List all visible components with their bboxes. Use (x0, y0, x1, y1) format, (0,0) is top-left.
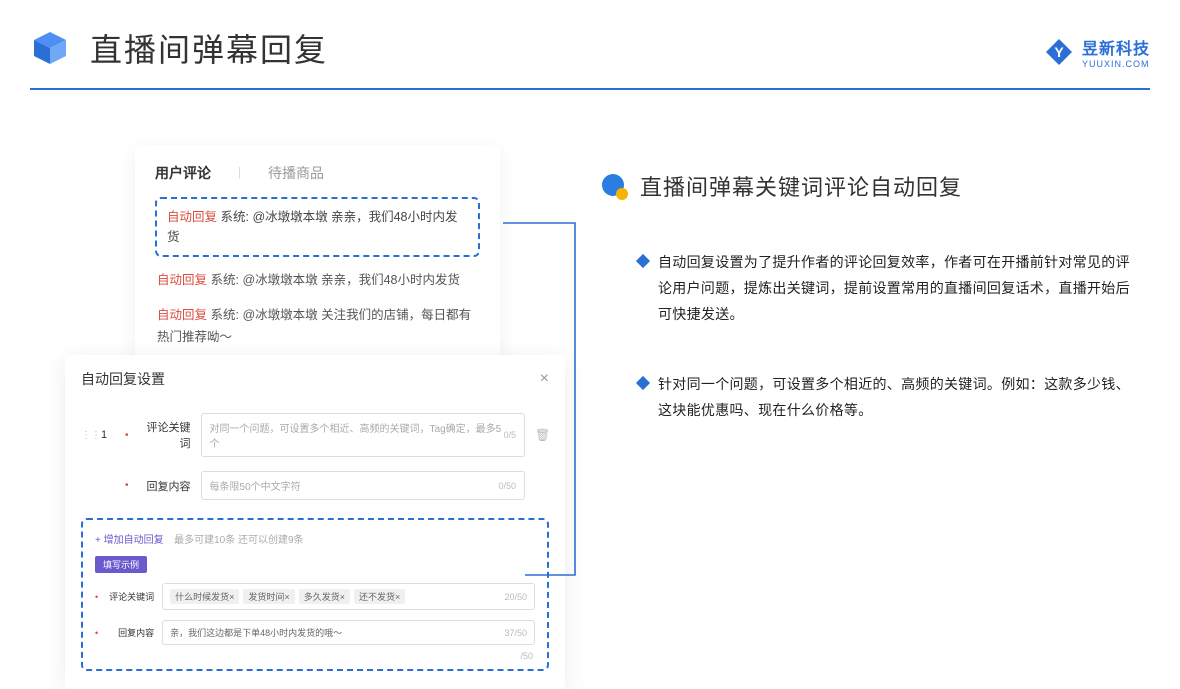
comment-panel: 用户评论 待播商品 自动回复 系统: @冰墩墩本墩 亲亲，我们48小时内发货 自… (135, 145, 500, 371)
required-marker: • (125, 430, 129, 441)
bullet-item: 自动回复设置为了提升作者的评论回复效率，作者可在开播前针对常见的评论用户问题，提… (638, 250, 1140, 328)
keyword-row: ⋮⋮ 1 • 评论关键词 对同一个问题，可设置多个相近、高频的关键词，Tag确定… (81, 413, 549, 457)
highlighted-auto-reply: 自动回复 系统: @冰墩墩本墩 亲亲，我们48小时内发货 (155, 197, 480, 257)
diamond-icon (636, 376, 650, 390)
content-input[interactable]: 每条限50个中文字符 0/50 (201, 471, 525, 500)
chip[interactable]: 什么时候发货× (170, 589, 239, 604)
bullet-list: 自动回复设置为了提升作者的评论回复效率，作者可在开播前针对常见的评论用户问题，提… (600, 250, 1140, 423)
example-content-row: • 回复内容 亲，我们这边都是下单48小时内发货的哦～ 37/50 (95, 620, 535, 645)
chip[interactable]: 多久发货× (299, 589, 350, 604)
keyword-input[interactable]: 对同一个问题，可设置多个相近、高频的关键词，Tag确定，最多5个 0/5 (201, 413, 525, 457)
tab-user-comments[interactable]: 用户评论 (155, 163, 211, 183)
diamond-icon (636, 254, 650, 268)
close-icon[interactable]: × (540, 370, 549, 388)
comment-line-3: 自动回复 系统: @冰墩墩本墩 关注我们的店铺，每日都有热门推荐呦～ (155, 304, 480, 349)
slide-header: 直播间弹幕回复 Y 昱新科技 YUUXIN.COM (30, 20, 1150, 90)
delete-icon[interactable]: 🗑 (535, 428, 549, 442)
article-heading: 直播间弹幕关键词评论自动回复 (600, 170, 1140, 202)
article-title: 直播间弹幕关键词评论自动回复 (640, 170, 962, 202)
brand-icon: Y (1044, 37, 1074, 67)
article-column: 直播间弹幕关键词评论自动回复 自动回复设置为了提升作者的评论回复效率，作者可在开… (600, 170, 1140, 467)
example-badge: 填写示例 (95, 556, 147, 573)
bullet-item: 针对同一个问题，可设置多个相近的、高频的关键词。例如：这款多少钱、这块能优惠吗、… (638, 372, 1140, 424)
comment-line-2: 自动回复 系统: @冰墩墩本墩 亲亲，我们48小时内发货 (155, 269, 480, 292)
tab-pending-goods[interactable]: 待播商品 (268, 163, 324, 183)
keyword-label: 评论关键词 (139, 419, 191, 451)
auto-reply-settings-card: 自动回复设置 × ⋮⋮ 1 • 评论关键词 对同一个问题，可设置多个相近、高频的… (65, 355, 565, 689)
row-number: 1 (101, 429, 115, 441)
cube-icon (30, 28, 70, 73)
content-label: 回复内容 (139, 478, 191, 494)
settings-title: 自动回复设置 (81, 369, 165, 389)
comment-tabs: 用户评论 待播商品 (155, 163, 480, 183)
header-underline (30, 88, 1150, 90)
example-content-input[interactable]: 亲，我们这边都是下单48小时内发货的哦～ 37/50 (162, 620, 535, 645)
brand-domain: YUUXIN.COM (1082, 59, 1150, 69)
add-hint: 最多可建10条 还可以创建9条 (174, 535, 303, 546)
drag-handle-icon[interactable]: ⋮⋮ (81, 430, 91, 441)
brand-name: 昱新科技 (1082, 35, 1150, 59)
tab-divider (239, 167, 240, 179)
chip[interactable]: 发货时间× (243, 589, 294, 604)
auto-reply-tag: 自动回复 (167, 210, 217, 224)
svg-text:Y: Y (1054, 44, 1064, 60)
bubble-icon (600, 172, 628, 200)
example-keyword-input[interactable]: 什么时候发货× 发货时间× 多久发货× 还不发货× 20/50 (162, 583, 535, 610)
outer-counter: /50 (520, 651, 533, 661)
content-row: ⋮⋮ 1 • 回复内容 每条限50个中文字符 0/50 🗑 (81, 471, 549, 500)
page-title: 直播间弹幕回复 (90, 25, 328, 71)
add-auto-reply-link[interactable]: + 增加自动回复 (95, 535, 164, 546)
example-keyword-row: • 评论关键词 什么时候发货× 发货时间× 多久发货× 还不发货× 20/50 (95, 583, 535, 610)
chip[interactable]: 还不发货× (354, 589, 405, 604)
example-box: + 增加自动回复 最多可建10条 还可以创建9条 填写示例 • 评论关键词 什么… (81, 518, 549, 671)
brand-logo: Y 昱新科技 YUUXIN.COM (1044, 35, 1150, 69)
